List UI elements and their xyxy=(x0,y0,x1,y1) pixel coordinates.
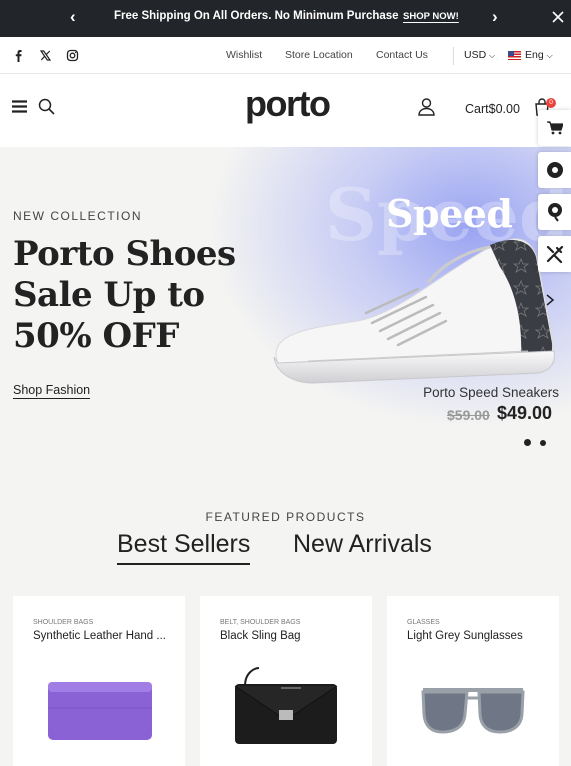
cart-link[interactable]: Cart$0.00 xyxy=(465,102,520,116)
utility-bar: Wishlist Store Location Contact Us USD ⌵… xyxy=(0,37,571,74)
side-disc-button[interactable] xyxy=(538,152,571,188)
chevron-right-icon[interactable] xyxy=(544,293,556,307)
product-category: GLASSES xyxy=(407,619,440,626)
instagram-icon[interactable] xyxy=(66,49,79,62)
hero-product-name[interactable]: Porto Speed Sneakers xyxy=(423,385,559,400)
hero-headline-line: 50% OFF xyxy=(13,316,179,356)
cart-total: $0.00 xyxy=(488,102,520,116)
user-icon[interactable] xyxy=(418,98,435,116)
pin-icon xyxy=(548,203,562,222)
divider xyxy=(453,47,454,65)
announcement-bar: ‹ Free Shipping On All Orders. No Minimu… xyxy=(0,0,571,37)
new-price: $49.00 xyxy=(497,403,553,423)
tools-icon xyxy=(546,245,564,264)
currency-value: USD xyxy=(464,49,487,61)
product-name[interactable]: Black Sling Bag xyxy=(220,630,360,642)
side-tools-button[interactable] xyxy=(538,236,571,272)
chevron-down-icon: ⌵ xyxy=(489,51,496,60)
product-category: BELT, SHOULDER BAGS xyxy=(220,619,301,626)
product-card[interactable]: GLASSES Light Grey Sunglasses xyxy=(387,596,559,766)
contact-us-link[interactable]: Contact Us xyxy=(376,49,428,61)
hero-headline-line: Sale Up to xyxy=(13,275,205,315)
shopping-cart-icon xyxy=(547,121,563,135)
old-price: $59.00 xyxy=(447,407,490,423)
language-value: Eng xyxy=(525,49,544,61)
wishlist-link[interactable]: Wishlist xyxy=(226,49,262,61)
cart-label: Cart xyxy=(465,102,489,116)
product-image[interactable] xyxy=(419,686,527,736)
facebook-icon[interactable] xyxy=(12,49,25,62)
product-category: SHOULDER BAGS xyxy=(33,619,94,626)
hero-headline-line: Porto Shoes xyxy=(13,234,236,274)
product-image[interactable] xyxy=(231,666,341,746)
slider-dot-active[interactable] xyxy=(524,439,531,446)
language-select[interactable]: Eng ⌵ xyxy=(525,49,553,61)
cart-count-badge: 0 xyxy=(546,98,556,108)
slider-dot[interactable] xyxy=(540,440,546,446)
menu-icon[interactable] xyxy=(12,100,27,113)
search-icon[interactable] xyxy=(38,98,55,115)
side-pin-button[interactable] xyxy=(538,194,571,230)
hero-eyebrow: NEW COLLECTION xyxy=(13,209,143,223)
tab-new-arrivals[interactable]: New Arrivals xyxy=(293,530,432,563)
announcement-message: Free Shipping On All Orders. No Minimum … xyxy=(114,10,399,22)
close-icon[interactable] xyxy=(550,9,566,25)
flag-icon xyxy=(508,51,521,60)
chevron-down-icon: ⌵ xyxy=(546,51,553,60)
product-name[interactable]: Light Grey Sunglasses xyxy=(407,630,547,642)
product-image[interactable] xyxy=(47,678,153,742)
chevron-left-icon[interactable]: ‹ xyxy=(70,7,76,27)
product-card[interactable]: BELT, SHOULDER BAGS Black Sling Bag xyxy=(200,596,372,766)
product-card[interactable]: SHOULDER BAGS Synthetic Leather Hand ... xyxy=(13,596,185,766)
logo[interactable]: porto xyxy=(245,84,331,124)
sneaker-image xyxy=(273,238,555,384)
featured-eyebrow: FEATURED PRODUCTS xyxy=(205,510,366,524)
speed-badge: Speed xyxy=(386,191,513,236)
chevron-right-icon[interactable]: › xyxy=(492,7,498,27)
tab-best-sellers[interactable]: Best Sellers xyxy=(117,530,251,565)
product-name[interactable]: Synthetic Leather Hand ... xyxy=(33,630,173,642)
shop-fashion-link[interactable]: Shop Fashion xyxy=(13,383,91,399)
side-cart-button[interactable] xyxy=(538,110,571,146)
store-location-link[interactable]: Store Location xyxy=(285,49,353,61)
hero-headline: Porto Shoes Sale Up to 50% OFF xyxy=(13,234,236,357)
x-icon[interactable] xyxy=(39,49,52,62)
currency-select[interactable]: USD ⌵ xyxy=(464,49,495,61)
shop-now-link[interactable]: SHOP NOW! xyxy=(403,11,459,22)
disc-icon xyxy=(547,162,563,178)
